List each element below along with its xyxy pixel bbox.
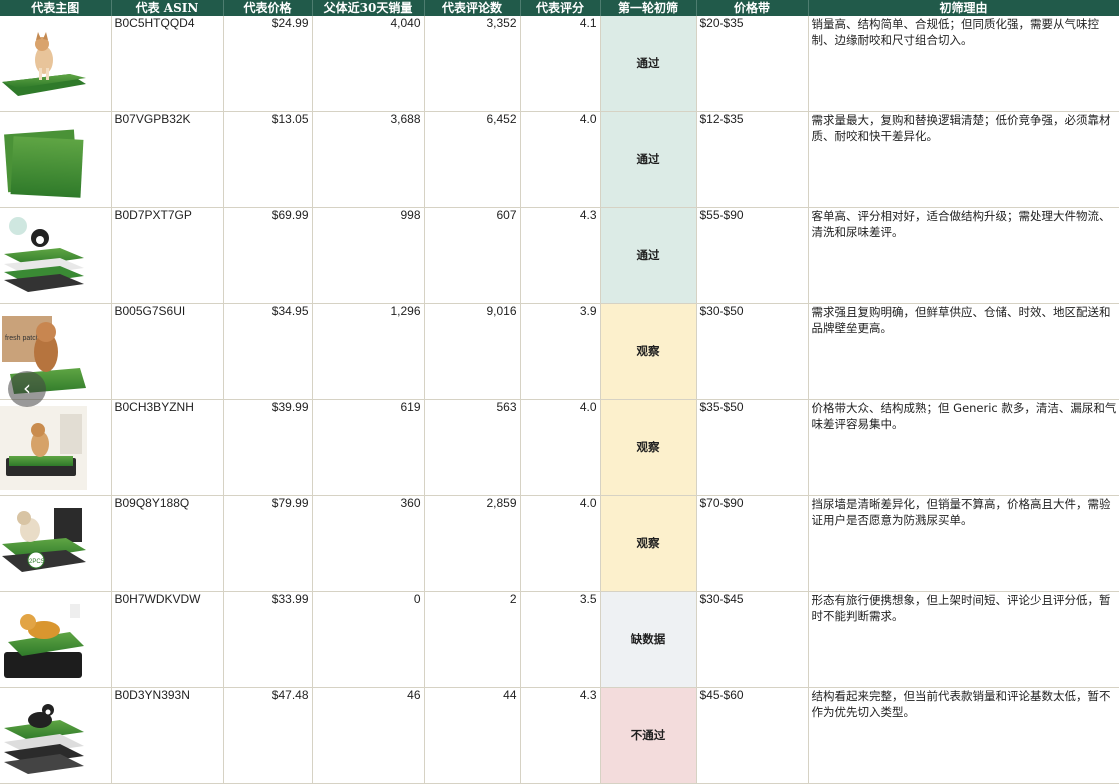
screening-status-cell[interactable]: 通过 bbox=[600, 111, 697, 208]
rating-cell[interactable]: 4.3 bbox=[520, 687, 601, 784]
asin-cell[interactable]: B0D7PXT7GP bbox=[111, 207, 224, 304]
price-band-cell[interactable]: $35-$50 bbox=[696, 399, 809, 496]
rating-cell[interactable]: 4.0 bbox=[520, 111, 601, 208]
product-image-cell[interactable] bbox=[0, 399, 112, 496]
header-row: 代表主图 代表 ASIN 代表价格 父体近30天销量 代表评论数 代表评分 第一… bbox=[0, 0, 1119, 16]
header-sales[interactable]: 父体近30天销量 bbox=[312, 0, 425, 16]
sales-cell[interactable]: 1,296 bbox=[312, 303, 425, 400]
product-image-cell[interactable]: 2PCS bbox=[0, 495, 112, 592]
sales-cell[interactable]: 360 bbox=[312, 495, 425, 592]
product-image-cell[interactable] bbox=[0, 591, 112, 688]
price-cell[interactable]: $79.99 bbox=[223, 495, 313, 592]
reviews-cell[interactable]: 6,452 bbox=[424, 111, 521, 208]
price-cell[interactable]: $34.95 bbox=[223, 303, 313, 400]
asin-cell[interactable]: B0D3YN393N bbox=[111, 687, 224, 784]
asin-cell[interactable]: B07VGPB32K bbox=[111, 111, 224, 208]
svg-text:fresh patch: fresh patch bbox=[5, 335, 40, 342]
price-cell[interactable]: $69.99 bbox=[223, 207, 313, 304]
header-rating[interactable]: 代表评分 bbox=[520, 0, 601, 16]
reviews-cell[interactable]: 607 bbox=[424, 207, 521, 304]
price-band-cell[interactable]: $70-$90 bbox=[696, 495, 809, 592]
price-cell[interactable]: $33.99 bbox=[223, 591, 313, 688]
header-image[interactable]: 代表主图 bbox=[0, 0, 112, 16]
screening-status-cell[interactable]: 通过 bbox=[600, 16, 697, 112]
rating-cell[interactable]: 4.0 bbox=[520, 495, 601, 592]
reason-cell[interactable]: 挡尿墙是清晰差异化，但销量不算高，价格高且大件，需验证用户是否愿意为防溅尿买单。 bbox=[808, 495, 1119, 592]
reviews-cell[interactable]: 9,016 bbox=[424, 303, 521, 400]
header-reason[interactable]: 初筛理由 bbox=[808, 0, 1119, 16]
sales-cell[interactable]: 0 bbox=[312, 591, 425, 688]
svg-text:2PCS: 2PCS bbox=[29, 559, 45, 565]
reviews-cell[interactable]: 2,859 bbox=[424, 495, 521, 592]
screening-status-cell[interactable]: 通过 bbox=[600, 207, 697, 304]
table-row[interactable]: 2PCS B09Q8Y188Q $79.99 360 2,859 4.0 观察 … bbox=[0, 495, 1119, 592]
rating-cell[interactable]: 4.1 bbox=[520, 16, 601, 112]
table-row[interactable]: B0C5HTQQD4 $24.99 4,040 3,352 4.1 通过 $20… bbox=[0, 16, 1119, 112]
asin-cell[interactable]: B09Q8Y188Q bbox=[111, 495, 224, 592]
price-cell[interactable]: $47.48 bbox=[223, 687, 313, 784]
price-band-cell[interactable]: $45-$60 bbox=[696, 687, 809, 784]
reason-cell[interactable]: 客单高、评分相对好，适合做结构升级；需处理大件物流、清洗和尿味差评。 bbox=[808, 207, 1119, 304]
price-band-cell[interactable]: $30-$50 bbox=[696, 303, 809, 400]
asin-cell[interactable]: B0C5HTQQD4 bbox=[111, 16, 224, 112]
sales-cell[interactable]: 3,688 bbox=[312, 111, 425, 208]
reason-cell[interactable]: 结构看起来完整，但当前代表款销量和评论基数太低，暂不作为优先切入类型。 bbox=[808, 687, 1119, 784]
table-row[interactable]: B07VGPB32K $13.05 3,688 6,452 4.0 通过 $12… bbox=[0, 111, 1119, 208]
asin-cell[interactable]: B005G7S6UI bbox=[111, 303, 224, 400]
reviews-cell[interactable]: 563 bbox=[424, 399, 521, 496]
price-band-cell[interactable]: $20-$35 bbox=[696, 16, 809, 112]
price-cell[interactable]: $13.05 bbox=[223, 111, 313, 208]
rating-cell[interactable]: 3.5 bbox=[520, 591, 601, 688]
price-band-cell[interactable]: $55-$90 bbox=[696, 207, 809, 304]
asin-cell[interactable]: B0CH3BYZNH bbox=[111, 399, 224, 496]
table-row[interactable]: fresh patch B005G7S6UI $34.95 1,296 9,01… bbox=[0, 303, 1119, 400]
reason-cell[interactable]: 价格带大众、结构成熟；但 Generic 款多，清洁、漏尿和气味差评容易集中。 bbox=[808, 399, 1119, 496]
price-cell[interactable]: $24.99 bbox=[223, 16, 313, 112]
header-reviews[interactable]: 代表评论数 bbox=[424, 0, 521, 16]
carousel-prev-button[interactable]: ‹ bbox=[8, 371, 46, 407]
product-image-cell[interactable] bbox=[0, 111, 112, 208]
reviews-cell[interactable]: 2 bbox=[424, 591, 521, 688]
product-image-cell[interactable] bbox=[0, 207, 112, 304]
screening-status-cell[interactable]: 缺数据 bbox=[600, 591, 697, 688]
table-row[interactable]: B0D7PXT7GP $69.99 998 607 4.3 通过 $55-$90… bbox=[0, 207, 1119, 304]
reason-cell[interactable]: 销量高、结构简单、合规低；但同质化强，需要从气味控制、边缘耐咬和尺寸组合切入。 bbox=[808, 16, 1119, 112]
reviews-cell[interactable]: 3,352 bbox=[424, 16, 521, 112]
table-row[interactable]: B0D3YN393N $47.48 46 44 4.3 不通过 $45-$60 … bbox=[0, 687, 1119, 784]
sales-cell[interactable]: 46 bbox=[312, 687, 425, 784]
sales-cell[interactable]: 619 bbox=[312, 399, 425, 496]
reason-cell[interactable]: 形态有旅行便携想象，但上架时间短、评论少且评分低，暂时不能判断需求。 bbox=[808, 591, 1119, 688]
product-image-cell[interactable] bbox=[0, 687, 112, 784]
product-screening-table: 代表主图 代表 ASIN 代表价格 父体近30天销量 代表评论数 代表评分 第一… bbox=[0, 0, 1119, 784]
rating-cell[interactable]: 3.9 bbox=[520, 303, 601, 400]
asin-cell[interactable]: B0H7WDKVDW bbox=[111, 591, 224, 688]
sales-cell[interactable]: 4,040 bbox=[312, 16, 425, 112]
reviews-cell[interactable]: 44 bbox=[424, 687, 521, 784]
rating-cell[interactable]: 4.0 bbox=[520, 399, 601, 496]
screening-status-cell[interactable]: 观察 bbox=[600, 303, 697, 400]
price-band-cell[interactable]: $12-$35 bbox=[696, 111, 809, 208]
table-row[interactable]: B0H7WDKVDW $33.99 0 2 3.5 缺数据 $30-$45 形态… bbox=[0, 591, 1119, 688]
price-band-cell[interactable]: $30-$45 bbox=[696, 591, 809, 688]
rating-cell[interactable]: 4.3 bbox=[520, 207, 601, 304]
screening-status-cell[interactable]: 观察 bbox=[600, 399, 697, 496]
sales-cell[interactable]: 998 bbox=[312, 207, 425, 304]
header-asin[interactable]: 代表 ASIN bbox=[111, 0, 224, 16]
product-image-cell[interactable] bbox=[0, 16, 112, 112]
price-cell[interactable]: $39.99 bbox=[223, 399, 313, 496]
header-status[interactable]: 第一轮初筛 bbox=[600, 0, 697, 16]
reason-cell[interactable]: 需求强且复购明确，但鲜草供应、仓储、时效、地区配送和品牌壁垒更高。 bbox=[808, 303, 1119, 400]
screening-status-cell[interactable]: 不通过 bbox=[600, 687, 697, 784]
table-row[interactable]: B0CH3BYZNH $39.99 619 563 4.0 观察 $35-$50… bbox=[0, 399, 1119, 496]
reason-cell[interactable]: 需求量最大，复购和替换逻辑清楚；低价竞争强，必须靠材质、耐咬和快干差异化。 bbox=[808, 111, 1119, 208]
header-price-band[interactable]: 价格带 bbox=[696, 0, 809, 16]
header-price[interactable]: 代表价格 bbox=[223, 0, 313, 16]
screening-status-cell[interactable]: 观察 bbox=[600, 495, 697, 592]
